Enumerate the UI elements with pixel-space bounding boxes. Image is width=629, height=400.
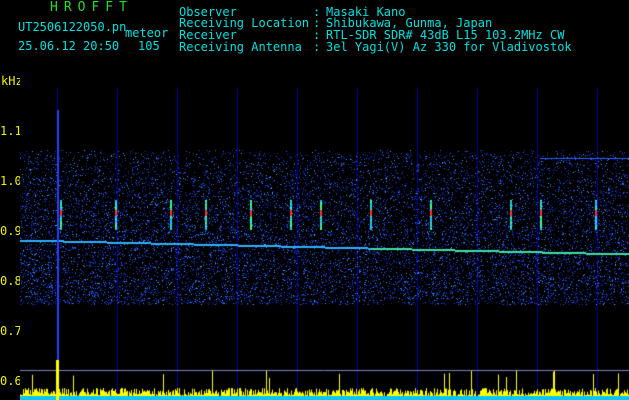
count: 105: [138, 39, 160, 53]
hrofft-window: HROFFT UT2506122050.pn meteor 25.06.12 2…: [0, 0, 629, 400]
y-tick-label: 1.1: [0, 124, 22, 138]
app-title: HROFFT: [50, 0, 133, 15]
datetime: 25.06.12 20:50: [18, 39, 120, 53]
spectrogram-plot: [20, 70, 629, 400]
y-tick-label: 0.7: [0, 324, 22, 338]
y-tick-label: 0.6: [0, 374, 22, 388]
antenna-value: 3el Yagi(V) Az 330 for Vladivostok: [326, 40, 572, 54]
y-tick-label: 1.0: [0, 174, 22, 188]
filename: UT2506122050.pn: [18, 20, 127, 34]
colon: :: [313, 40, 321, 54]
y-tick-label: 0.8: [0, 274, 22, 288]
y-tick-label: 0.9: [0, 224, 22, 238]
antenna-label: Receiving Antenna: [179, 40, 302, 54]
mode-label: meteor: [125, 26, 169, 40]
